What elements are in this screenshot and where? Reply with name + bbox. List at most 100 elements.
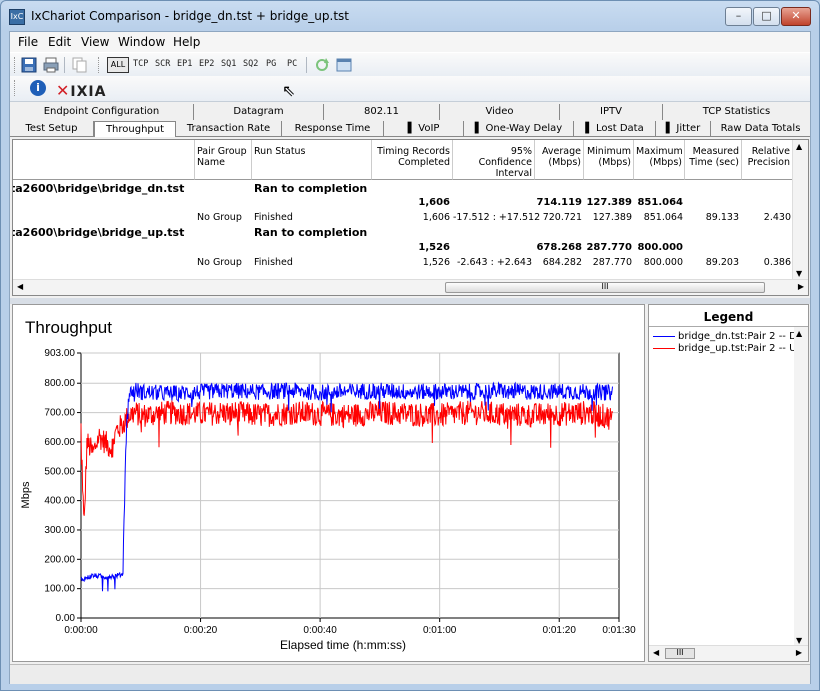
legend-horizontal-scrollbar[interactable]: ◀ III ▶ bbox=[649, 645, 808, 661]
toolbar-separator bbox=[64, 57, 65, 73]
window-layout-icon[interactable] bbox=[335, 56, 353, 74]
tab-tcp-statistics[interactable]: TCP Statistics bbox=[663, 104, 810, 120]
legend-item-dn[interactable]: bridge_dn.tst:Pair 2 -- DN bbox=[653, 331, 804, 342]
tab-raw-data-totals[interactable]: Raw Data Totals bbox=[711, 121, 810, 137]
legend-swatch bbox=[653, 335, 675, 337]
column-header-label: Minimum bbox=[586, 146, 631, 157]
tab-lost-data[interactable]: ▌ Lost Data bbox=[574, 121, 656, 137]
info-icon[interactable]: i bbox=[30, 80, 46, 96]
column-header-label: Maximum bbox=[636, 146, 683, 157]
x-tick-label: 0:01:20 bbox=[543, 625, 577, 636]
tab-datagram[interactable]: Datagram bbox=[194, 104, 324, 120]
table-row-summary[interactable]: 1,606 714.119 127.389 851.064 bbox=[13, 197, 803, 210]
tab-test-setup[interactable]: Test Setup bbox=[10, 121, 94, 137]
column-header-average[interactable]: Average (Mbps) bbox=[535, 140, 584, 180]
table-row-test-file[interactable]: ta2600\bridge\bridge_dn.tst Ran to compl… bbox=[13, 182, 803, 195]
filter-ep1-button[interactable]: EP1 bbox=[177, 59, 192, 69]
pair-relative-precision: 2.430 bbox=[763, 212, 791, 223]
pair-maximum: 800.000 bbox=[643, 257, 683, 268]
tab-endpoint-configuration[interactable]: Endpoint Configuration bbox=[10, 104, 194, 120]
maximize-button[interactable]: □ bbox=[753, 7, 780, 26]
pair-confidence-interval: -17.512 : +17.512 bbox=[453, 212, 541, 223]
minimize-button[interactable]: – bbox=[725, 7, 752, 26]
grid-hscroll-thumb[interactable]: III bbox=[445, 282, 765, 293]
menu-help[interactable]: Help bbox=[173, 35, 200, 49]
scroll-up-icon[interactable]: ▲ bbox=[796, 329, 802, 338]
legend-vertical-scrollbar[interactable]: ▲ ▼ bbox=[794, 327, 808, 647]
y-tick-label: 500.00 bbox=[44, 466, 75, 477]
tab-response-time[interactable]: Response Time bbox=[282, 121, 384, 137]
refresh-icon[interactable] bbox=[313, 56, 331, 74]
filter-pg-button[interactable]: PG bbox=[266, 59, 276, 69]
scroll-right-icon[interactable]: ▶ bbox=[796, 648, 802, 657]
status-bar bbox=[10, 664, 810, 684]
menu-edit[interactable]: Edit bbox=[48, 35, 71, 49]
save-icon[interactable] bbox=[20, 56, 38, 74]
summary-maximum: 851.064 bbox=[637, 197, 683, 208]
column-header-confidence-interval[interactable]: 95% Confidence Interval bbox=[453, 140, 535, 180]
test-run-status: Ran to completion bbox=[254, 182, 368, 195]
column-header-label: Precision bbox=[747, 157, 790, 168]
scroll-left-icon[interactable]: ◀ bbox=[17, 282, 23, 291]
test-file-name: ta2600\bridge\bridge_up.tst bbox=[12, 226, 185, 239]
summary-average: 714.119 bbox=[536, 197, 582, 208]
tab-jitter[interactable]: ▌ Jitter bbox=[656, 121, 711, 137]
scroll-down-icon[interactable]: ▼ bbox=[796, 636, 802, 645]
table-row-test-file[interactable]: ta2600\bridge\bridge_up.tst Ran to compl… bbox=[13, 226, 803, 239]
filter-sq2-button[interactable]: SQ2 bbox=[243, 59, 258, 69]
tab-row-2: Test Setup Throughput Transaction Rate R… bbox=[10, 121, 810, 137]
filter-scr-button[interactable]: SCR bbox=[155, 59, 170, 69]
grid-horizontal-scrollbar[interactable]: ◀ III ▶ bbox=[13, 279, 808, 295]
filter-sq1-button[interactable]: SQ1 bbox=[221, 59, 236, 69]
column-header-measured-time[interactable]: Measured Time (sec) bbox=[685, 140, 742, 180]
menu-bar: File Edit View Window Help bbox=[10, 32, 810, 52]
column-header-maximum[interactable]: Maximum (Mbps) bbox=[634, 140, 685, 180]
toolbar-main: ALL TCP SCR EP1 EP2 SQ1 SQ2 PG PC bbox=[10, 52, 810, 76]
filter-all-button[interactable]: ALL bbox=[107, 57, 129, 73]
scroll-right-icon[interactable]: ▶ bbox=[798, 282, 804, 291]
close-button[interactable]: ✕ bbox=[781, 7, 811, 26]
pair-measured-time: 89.203 bbox=[705, 257, 739, 268]
table-row-pair[interactable]: No Group Finished 1,526 -2.643 : +2.643 … bbox=[13, 257, 803, 270]
scroll-down-icon[interactable]: ▼ bbox=[796, 269, 802, 278]
tab-one-way-delay-label: One-Way Delay bbox=[485, 123, 563, 134]
column-header-label: Time (sec) bbox=[689, 157, 739, 168]
column-header-run-status[interactable]: Run Status bbox=[252, 140, 372, 180]
tab-one-way-delay[interactable]: ▌ One-Way Delay bbox=[464, 121, 574, 137]
column-header-relative-precision[interactable]: Relative Precision bbox=[742, 140, 793, 180]
column-header-timing-records[interactable]: Timing Records Completed bbox=[372, 140, 453, 180]
toolbar-grip[interactable] bbox=[98, 57, 101, 73]
legend-item-up[interactable]: bridge_up.tst:Pair 2 -- UP bbox=[653, 343, 802, 354]
menu-window[interactable]: Window bbox=[118, 35, 165, 49]
pair-minimum: 287.770 bbox=[592, 257, 632, 268]
menu-view[interactable]: View bbox=[81, 35, 109, 49]
tab-transaction-rate[interactable]: Transaction Rate bbox=[176, 121, 282, 137]
column-header-pair-group[interactable]: Pair Group Name bbox=[195, 140, 252, 180]
column-header-test[interactable] bbox=[13, 140, 195, 180]
toolbar-grip[interactable] bbox=[14, 80, 17, 96]
scroll-left-icon[interactable]: ◀ bbox=[653, 648, 659, 657]
tab-row-1: Endpoint Configuration Datagram 802.11 V… bbox=[10, 104, 810, 120]
print-icon[interactable] bbox=[42, 56, 60, 74]
legend-hscroll-thumb[interactable]: III bbox=[665, 648, 695, 659]
filter-pc-button[interactable]: PC bbox=[287, 59, 297, 69]
column-header-minimum[interactable]: Minimum (Mbps) bbox=[584, 140, 634, 180]
tab-802-11[interactable]: 802.11 bbox=[324, 104, 440, 120]
pair-measured-time: 89.133 bbox=[705, 212, 739, 223]
tab-video[interactable]: Video bbox=[440, 104, 560, 120]
filter-ep2-button[interactable]: EP2 bbox=[199, 59, 214, 69]
tab-throughput[interactable]: Throughput bbox=[94, 121, 176, 137]
tab-voip[interactable]: ▌ VoIP bbox=[384, 121, 464, 137]
filter-tcp-button[interactable]: TCP bbox=[133, 59, 148, 69]
y-tick-label: 0.00 bbox=[56, 613, 76, 624]
summary-records: 1,606 bbox=[418, 197, 450, 208]
menu-file[interactable]: File bbox=[18, 35, 38, 49]
title-bar[interactable]: IxC IxChariot Comparison - bridge_dn.tst… bbox=[1, 1, 819, 31]
tab-iptv[interactable]: IPTV bbox=[560, 104, 663, 120]
copy-icon[interactable] bbox=[70, 56, 88, 74]
scroll-up-icon[interactable]: ▲ bbox=[796, 142, 802, 151]
toolbar-grip[interactable] bbox=[14, 57, 17, 73]
grid-vertical-scrollbar[interactable]: ▲ ▼ bbox=[792, 140, 808, 280]
table-row-pair[interactable]: No Group Finished 1,606 -17.512 : +17.51… bbox=[13, 212, 803, 225]
table-row-summary[interactable]: 1,526 678.268 287.770 800.000 bbox=[13, 242, 803, 255]
